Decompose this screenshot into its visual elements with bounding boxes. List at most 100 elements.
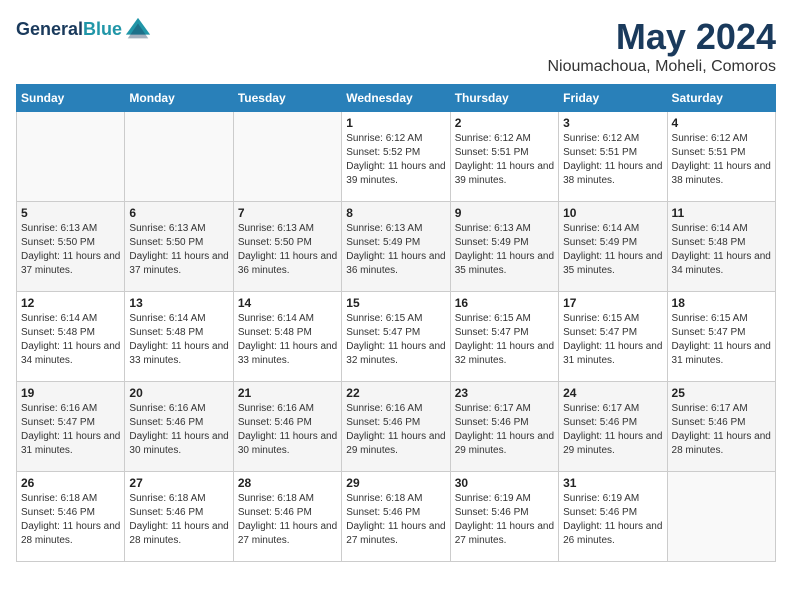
calendar-cell: 8 Sunrise: 6:13 AMSunset: 5:49 PMDaylight… (342, 202, 450, 292)
day-number: 16 (455, 296, 554, 310)
calendar-cell: 18 Sunrise: 6:15 AMSunset: 5:47 PMDayligh… (667, 292, 775, 382)
header-monday: Monday (125, 85, 233, 112)
header-sunday: Sunday (17, 85, 125, 112)
day-number: 2 (455, 116, 554, 130)
day-info: Sunrise: 6:12 AMSunset: 5:51 PMDaylight:… (672, 133, 771, 186)
day-info: Sunrise: 6:12 AMSunset: 5:51 PMDaylight:… (455, 133, 554, 186)
day-number: 26 (21, 476, 120, 490)
calendar-cell: 29 Sunrise: 6:18 AMSunset: 5:46 PMDayligh… (342, 472, 450, 562)
calendar-cell (667, 472, 775, 562)
day-info: Sunrise: 6:14 AMSunset: 5:48 PMDaylight:… (672, 223, 771, 276)
calendar-cell: 9Sunrise: 6:13 AMSunset: 5:49 PMDaylight… (450, 202, 558, 292)
day-number: 25 (672, 386, 771, 400)
day-info: Sunrise: 6:16 AMSunset: 5:46 PMDaylight:… (129, 403, 228, 456)
calendar-cell: 6Sunrise: 6:13 AMSunset: 5:50 PMDaylight… (125, 202, 233, 292)
header-wednesday: Wednesday (342, 85, 450, 112)
calendar-cell: 1 Sunrise: 6:12 AMSunset: 5:52 PMDaylight… (342, 112, 450, 202)
day-number: 28 (238, 476, 337, 490)
day-info: Sunrise: 6:12 AMSunset: 5:51 PMDaylight:… (563, 133, 662, 186)
day-number: 19 (21, 386, 120, 400)
week-row-1: 1 Sunrise: 6:12 AMSunset: 5:52 PMDaylight… (17, 112, 776, 202)
day-number: 6 (129, 206, 228, 220)
day-number: 24 (563, 386, 662, 400)
calendar-cell (233, 112, 341, 202)
calendar-cell: 19Sunrise: 6:16 AMSunset: 5:47 PMDayligh… (17, 382, 125, 472)
day-info: Sunrise: 6:18 AMSunset: 5:46 PMDaylight:… (129, 493, 228, 546)
day-info: Sunrise: 6:13 AMSunset: 5:49 PMDaylight:… (346, 223, 445, 276)
header-saturday: Saturday (667, 85, 775, 112)
calendar-cell: 20Sunrise: 6:16 AMSunset: 5:46 PMDayligh… (125, 382, 233, 472)
title-section: May 2024 Nioumachoua, Moheli, Comoros (547, 16, 776, 76)
day-number: 29 (346, 476, 445, 490)
day-info: Sunrise: 6:14 AMSunset: 5:48 PMDaylight:… (238, 313, 337, 366)
calendar-cell: 10 Sunrise: 6:14 AMSunset: 5:49 PMDayligh… (559, 202, 667, 292)
calendar-cell: 3Sunrise: 6:12 AMSunset: 5:51 PMDaylight… (559, 112, 667, 202)
calendar-cell (125, 112, 233, 202)
day-number: 13 (129, 296, 228, 310)
day-number: 4 (672, 116, 771, 130)
calendar-cell: 22 Sunrise: 6:16 AMSunset: 5:46 PMDayligh… (342, 382, 450, 472)
day-number: 23 (455, 386, 554, 400)
day-number: 14 (238, 296, 337, 310)
day-number: 17 (563, 296, 662, 310)
day-info: Sunrise: 6:15 AMSunset: 5:47 PMDaylight:… (346, 313, 445, 366)
header-tuesday: Tuesday (233, 85, 341, 112)
day-info: Sunrise: 6:16 AMSunset: 5:46 PMDaylight:… (346, 403, 445, 456)
day-info: Sunrise: 6:15 AMSunset: 5:47 PMDaylight:… (672, 313, 771, 366)
day-info: Sunrise: 6:13 AMSunset: 5:49 PMDaylight:… (455, 223, 554, 276)
week-row-4: 19Sunrise: 6:16 AMSunset: 5:47 PMDayligh… (17, 382, 776, 472)
calendar-cell: 12Sunrise: 6:14 AMSunset: 5:48 PMDayligh… (17, 292, 125, 382)
day-info: Sunrise: 6:15 AMSunset: 5:47 PMDaylight:… (455, 313, 554, 366)
day-info: Sunrise: 6:13 AMSunset: 5:50 PMDaylight:… (21, 223, 120, 276)
day-number: 30 (455, 476, 554, 490)
calendar-cell: 30 Sunrise: 6:19 AMSunset: 5:46 PMDayligh… (450, 472, 558, 562)
day-number: 1 (346, 116, 445, 130)
logo-icon (124, 16, 152, 44)
calendar-cell (17, 112, 125, 202)
calendar-cell: 31 Sunrise: 6:19 AMSunset: 5:46 PMDayligh… (559, 472, 667, 562)
day-number: 10 (563, 206, 662, 220)
calendar-cell: 21 Sunrise: 6:16 AMSunset: 5:46 PMDayligh… (233, 382, 341, 472)
month-title: May 2024 (547, 16, 776, 58)
logo: GeneralBlue (16, 16, 152, 44)
calendar-cell: 2 Sunrise: 6:12 AMSunset: 5:51 PMDaylight… (450, 112, 558, 202)
logo-text: GeneralBlue (16, 20, 122, 40)
calendar-cell: 11 Sunrise: 6:14 AMSunset: 5:48 PMDayligh… (667, 202, 775, 292)
day-number: 31 (563, 476, 662, 490)
calendar-cell: 25 Sunrise: 6:17 AMSunset: 5:46 PMDayligh… (667, 382, 775, 472)
day-number: 8 (346, 206, 445, 220)
calendar-cell: 23 Sunrise: 6:17 AMSunset: 5:46 PMDayligh… (450, 382, 558, 472)
day-info: Sunrise: 6:16 AMSunset: 5:46 PMDaylight:… (238, 403, 337, 456)
day-info: Sunrise: 6:18 AMSunset: 5:46 PMDaylight:… (346, 493, 445, 546)
header-friday: Friday (559, 85, 667, 112)
location: Nioumachoua, Moheli, Comoros (547, 58, 776, 76)
page-header: GeneralBlue May 2024 Nioumachoua, Moheli… (16, 16, 776, 76)
day-number: 22 (346, 386, 445, 400)
day-info: Sunrise: 6:14 AMSunset: 5:48 PMDaylight:… (129, 313, 228, 366)
day-info: Sunrise: 6:18 AMSunset: 5:46 PMDaylight:… (21, 493, 120, 546)
day-number: 18 (672, 296, 771, 310)
week-row-5: 26 Sunrise: 6:18 AMSunset: 5:46 PMDayligh… (17, 472, 776, 562)
week-row-2: 5 Sunrise: 6:13 AMSunset: 5:50 PMDaylight… (17, 202, 776, 292)
day-info: Sunrise: 6:19 AMSunset: 5:46 PMDaylight:… (455, 493, 554, 546)
week-row-3: 12Sunrise: 6:14 AMSunset: 5:48 PMDayligh… (17, 292, 776, 382)
day-info: Sunrise: 6:17 AMSunset: 5:46 PMDaylight:… (455, 403, 554, 456)
calendar-header-row: SundayMondayTuesdayWednesdayThursdayFrid… (17, 85, 776, 112)
day-number: 21 (238, 386, 337, 400)
day-info: Sunrise: 6:19 AMSunset: 5:46 PMDaylight:… (563, 493, 662, 546)
calendar-cell: 24Sunrise: 6:17 AMSunset: 5:46 PMDayligh… (559, 382, 667, 472)
day-info: Sunrise: 6:12 AMSunset: 5:52 PMDaylight:… (346, 133, 445, 186)
calendar-cell: 4 Sunrise: 6:12 AMSunset: 5:51 PMDaylight… (667, 112, 775, 202)
day-number: 27 (129, 476, 228, 490)
day-info: Sunrise: 6:15 AMSunset: 5:47 PMDaylight:… (563, 313, 662, 366)
day-info: Sunrise: 6:14 AMSunset: 5:48 PMDaylight:… (21, 313, 120, 366)
day-info: Sunrise: 6:17 AMSunset: 5:46 PMDaylight:… (672, 403, 771, 456)
calendar-cell: 16 Sunrise: 6:15 AMSunset: 5:47 PMDayligh… (450, 292, 558, 382)
calendar-cell: 28Sunrise: 6:18 AMSunset: 5:46 PMDayligh… (233, 472, 341, 562)
calendar-cell: 15Sunrise: 6:15 AMSunset: 5:47 PMDayligh… (342, 292, 450, 382)
calendar-cell: 17 Sunrise: 6:15 AMSunset: 5:47 PMDayligh… (559, 292, 667, 382)
day-number: 11 (672, 206, 771, 220)
day-info: Sunrise: 6:14 AMSunset: 5:49 PMDaylight:… (563, 223, 662, 276)
day-number: 5 (21, 206, 120, 220)
day-number: 7 (238, 206, 337, 220)
